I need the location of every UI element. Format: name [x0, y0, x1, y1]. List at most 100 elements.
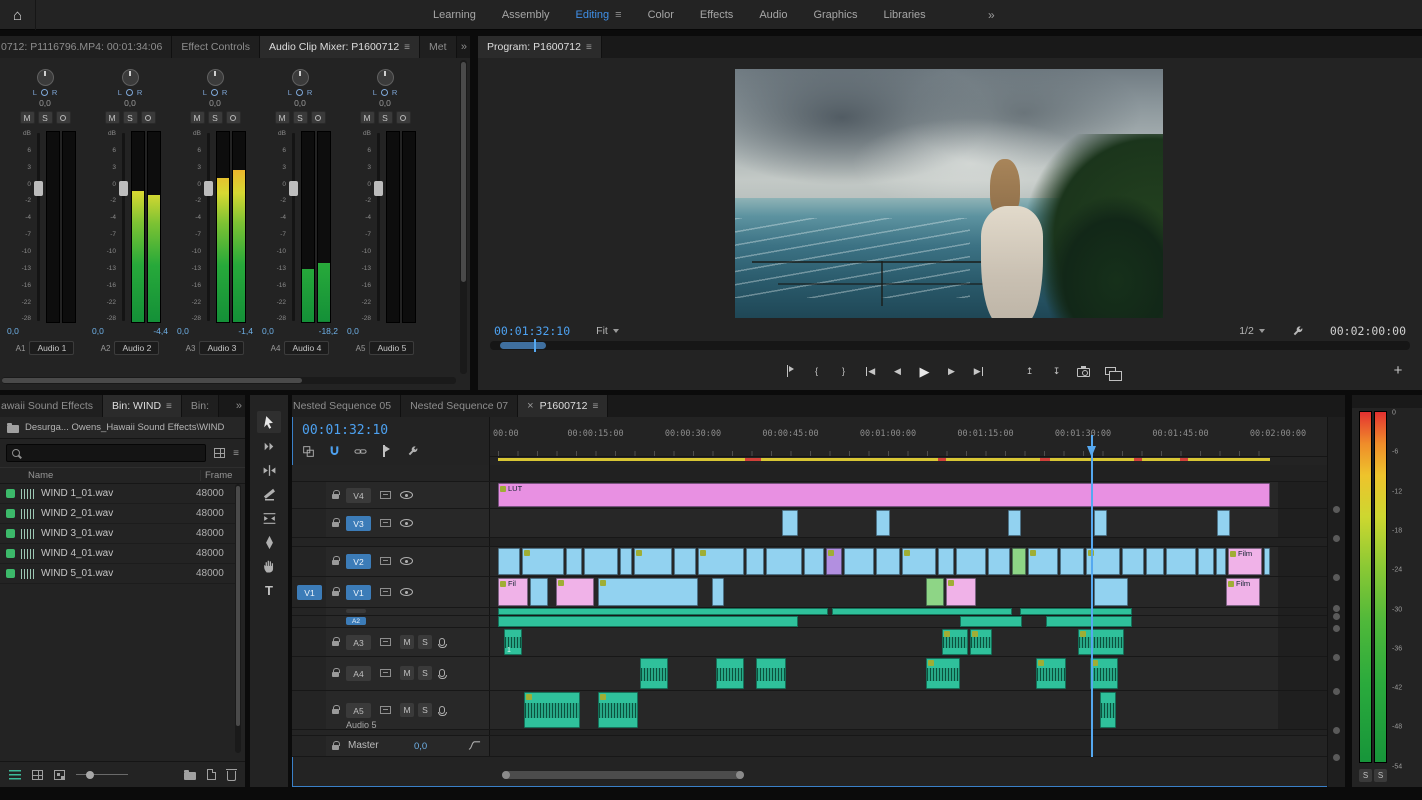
add-marker-button[interactable]: [378, 443, 394, 459]
scrubber-playhead-icon[interactable]: [534, 339, 536, 352]
slider-knob[interactable]: [86, 770, 94, 779]
timeline-clip[interactable]: [988, 548, 1010, 575]
track-lane-A3[interactable]: 1: [490, 628, 1327, 656]
project-tab-2[interactable]: Bin:: [181, 395, 219, 417]
target-track-button[interactable]: A2: [346, 617, 366, 625]
mute-button[interactable]: M: [104, 111, 120, 124]
timeline-clip[interactable]: [1216, 548, 1226, 575]
breadcrumb[interactable]: Desurga... Owens_Hawaii Sound Effects\WI…: [0, 417, 245, 439]
lock-icon[interactable]: [332, 490, 340, 499]
timeline-clip[interactable]: [556, 578, 594, 606]
project-tab-0[interactable]: awaii Sound Effects: [0, 395, 104, 417]
linked-selection-button[interactable]: [352, 443, 368, 459]
timeline-clip[interactable]: [826, 548, 842, 575]
workspace-overflow-button[interactable]: »: [988, 0, 995, 30]
lock-icon[interactable]: [332, 705, 340, 714]
voiceover-record-icon[interactable]: [437, 706, 447, 716]
zoom-scrollbar-thumb[interactable]: [502, 771, 744, 779]
fader-handle-icon[interactable]: [204, 181, 213, 196]
project-vertical-scrollbar[interactable]: [235, 484, 241, 753]
hand-tool[interactable]: [257, 555, 281, 577]
timeline-clip[interactable]: [938, 548, 954, 575]
add-button[interactable]: +: [1388, 360, 1408, 380]
zoom-handle-right[interactable]: [736, 771, 744, 779]
timeline-audio-clip[interactable]: [926, 658, 960, 689]
pan-bend-icon[interactable]: [468, 739, 481, 752]
track-lane-V3[interactable]: [490, 509, 1327, 537]
pan-knob[interactable]: [36, 69, 54, 86]
write-keyframes-button[interactable]: [225, 111, 241, 124]
timeline-clip[interactable]: [946, 578, 976, 606]
track-name-button[interactable]: Audio 1: [29, 341, 75, 355]
target-track-button[interactable]: V4: [346, 488, 371, 503]
voiceover-record-icon[interactable]: [437, 638, 447, 648]
timeline-audio-clip[interactable]: [498, 616, 798, 627]
mixer-tab-1[interactable]: Effect Controls: [172, 36, 260, 58]
track-resize-handle[interactable]: [1333, 654, 1340, 661]
mute-button[interactable]: M: [359, 111, 375, 124]
volume-fader[interactable]: [289, 131, 298, 323]
sequence-tab-1[interactable]: Nested Sequence 07: [401, 395, 519, 417]
program-tab[interactable]: Program: P1600712 ≡: [478, 36, 602, 58]
timeline-clip[interactable]: [844, 548, 874, 575]
timeline-audio-clip[interactable]: [716, 658, 744, 689]
track-name-button[interactable]: Audio 4: [284, 341, 330, 355]
track-lane-V1[interactable]: Fil Film: [490, 577, 1327, 607]
track-name-button[interactable]: Audio 3: [199, 341, 245, 355]
timeline-audio-clip[interactable]: [1090, 658, 1118, 689]
fader-handle-icon[interactable]: [374, 181, 383, 196]
zoom-level-select[interactable]: Fit: [596, 325, 619, 337]
close-tab-icon[interactable]: ×: [527, 400, 533, 412]
search-box[interactable]: [6, 444, 207, 462]
panel-menu-icon[interactable]: ≡: [592, 401, 598, 412]
workspace-menu-icon[interactable]: ≡: [615, 9, 621, 21]
timeline-clip[interactable]: [926, 578, 944, 606]
go-to-out-button[interactable]: ▶: [970, 362, 988, 380]
timeline-audio-clip[interactable]: [598, 692, 638, 728]
timeline-audio-clip[interactable]: [1020, 608, 1132, 615]
razor-tool[interactable]: [257, 483, 281, 505]
solo-channel-button[interactable]: S: [1359, 769, 1372, 782]
timeline-clip[interactable]: [1264, 548, 1270, 575]
scrollbar-thumb[interactable]: [236, 486, 240, 726]
pan-knob[interactable]: [121, 69, 139, 86]
workspace-tab-learning[interactable]: Learning: [420, 0, 489, 30]
mixer-vertical-scrollbar[interactable]: [460, 60, 467, 374]
list-item[interactable]: WIND 5_01.wav 48000: [0, 564, 238, 584]
toggle-track-output-icon[interactable]: [400, 588, 413, 596]
timeline-audio-clip[interactable]: 1: [504, 629, 522, 655]
workspace-tab-editing[interactable]: Editing ≡: [563, 0, 635, 30]
track-output-icon[interactable]: [380, 588, 391, 596]
timeline-audio-clip[interactable]: [970, 629, 992, 655]
timeline-clip[interactable]: [804, 548, 824, 575]
panel-overflow-button[interactable]: »: [236, 395, 242, 417]
timeline-clip[interactable]: [522, 548, 564, 575]
timeline-clip[interactable]: Fil: [498, 578, 528, 606]
lock-icon[interactable]: [332, 587, 340, 596]
track-output-icon[interactable]: [380, 557, 391, 565]
timeline-clip[interactable]: [902, 548, 936, 575]
pen-tool[interactable]: [257, 531, 281, 553]
solo-track-button[interactable]: S: [418, 703, 432, 717]
mute-button[interactable]: M: [274, 111, 290, 124]
timeline-horizontal-scrollbar[interactable]: [490, 770, 1325, 780]
step-forward-button[interactable]: ▶: [943, 362, 961, 380]
timeline-clip[interactable]: [1060, 548, 1084, 575]
timeline-clip[interactable]: [876, 548, 900, 575]
voiceover-record-icon[interactable]: [437, 669, 447, 679]
timeline-clip[interactable]: Film: [1226, 578, 1260, 606]
play-button[interactable]: ▶: [916, 362, 934, 380]
timeline-clip[interactable]: [674, 548, 696, 575]
mixer-tab-3[interactable]: Met: [420, 36, 457, 58]
track-lane-V4[interactable]: LUT: [490, 482, 1327, 508]
volume-fader[interactable]: [374, 131, 383, 323]
timeline-clip[interactable]: [746, 548, 764, 575]
timeline-clip[interactable]: [1094, 578, 1128, 606]
timeline-clip[interactable]: [498, 548, 520, 575]
timeline-clip[interactable]: [620, 548, 632, 575]
pan-knob[interactable]: [291, 69, 309, 86]
target-track-button[interactable]: V3: [346, 516, 371, 531]
solo-button[interactable]: S: [37, 111, 53, 124]
nest-toggle-button[interactable]: [300, 443, 316, 459]
scrollbar-thumb[interactable]: [461, 62, 466, 282]
